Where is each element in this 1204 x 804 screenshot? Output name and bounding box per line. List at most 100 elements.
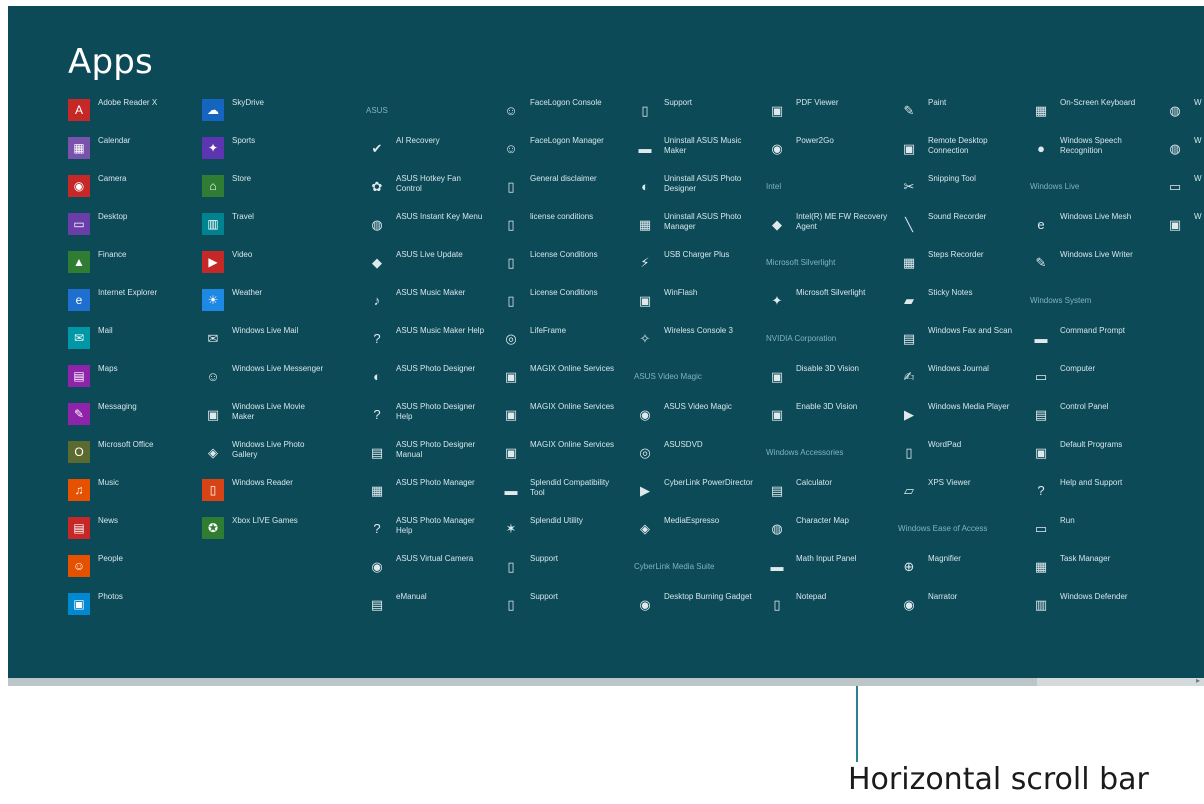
app-entry[interactable]: ✉ Windows Live Mail (202, 326, 324, 358)
app-entry[interactable]: ▰ Sticky Notes (898, 288, 1020, 320)
app-entry[interactable]: ▦ Calendar (68, 136, 190, 168)
app-entry[interactable]: O Microsoft Office (68, 440, 190, 472)
app-entry[interactable]: ✿ ASUS Hotkey Fan Control (366, 174, 488, 206)
app-entry[interactable]: ▦ Uninstall ASUS Photo Manager (634, 212, 756, 244)
app-entry[interactable]: ◆ Intel(R) ME FW Recovery Agent (766, 212, 888, 244)
app-entry[interactable]: ◈ Windows Live Photo Gallery (202, 440, 324, 472)
app-entry[interactable]: ▯ License Conditions (500, 250, 622, 282)
app-entry[interactable]: ♫ Music (68, 478, 190, 510)
app-entry[interactable]: ▣ MAGIX Online Services (500, 402, 622, 434)
app-entry[interactable]: ▬ Command Prompt (1030, 326, 1152, 358)
app-entry[interactable]: ▯ Support (634, 98, 756, 130)
app-entry[interactable]: A Adobe Reader X (68, 98, 190, 130)
app-entry[interactable]: ▤ News (68, 516, 190, 548)
app-entry[interactable]: ✶ Splendid Utility (500, 516, 622, 548)
app-entry[interactable]: ▯ General disclaimer (500, 174, 622, 206)
app-entry[interactable]: ✎ Windows Live Writer (1030, 250, 1152, 282)
app-entry[interactable]: ▬ Math Input Panel (766, 554, 888, 586)
app-entry[interactable]: ▣ Remote Desktop Connection (898, 136, 1020, 168)
app-entry[interactable]: ◐ ASUS Photo Designer (366, 364, 488, 396)
app-entry[interactable]: ? ASUS Photo Manager Help (366, 516, 488, 548)
app-entry[interactable]: ? ASUS Music Maker Help (366, 326, 488, 358)
app-entry[interactable]: ▶ Windows Media Player (898, 402, 1020, 434)
app-entry[interactable]: ● Windows Speech Recognition (1030, 136, 1152, 168)
app-entry[interactable]: ▦ Task Manager (1030, 554, 1152, 586)
app-entry[interactable]: ▣ MAGIX Online Services (500, 364, 622, 396)
app-entry[interactable]: ? Help and Support (1030, 478, 1152, 510)
app-entry[interactable]: ◆ ASUS Live Update (366, 250, 488, 282)
app-entry[interactable]: ◍ W (1164, 136, 1204, 168)
app-entry[interactable]: ✉ Mail (68, 326, 190, 358)
app-entry[interactable]: ✦ Microsoft Silverlight (766, 288, 888, 320)
app-entry[interactable]: ✪ Xbox LIVE Games (202, 516, 324, 548)
app-entry[interactable]: ◍ ASUS Instant Key Menu (366, 212, 488, 244)
app-entry[interactable]: ▯ license conditions (500, 212, 622, 244)
app-entry[interactable]: ✎ Messaging (68, 402, 190, 434)
app-entry[interactable]: ◎ LifeFrame (500, 326, 622, 358)
app-entry[interactable]: ▯ License Conditions (500, 288, 622, 320)
app-entry[interactable]: ╲ Sound Recorder (898, 212, 1020, 244)
app-entry[interactable]: e Internet Explorer (68, 288, 190, 320)
app-entry[interactable]: ▣ W (1164, 212, 1204, 244)
app-entry[interactable]: ◉ Desktop Burning Gadget (634, 592, 756, 624)
app-entry[interactable]: ✂ Snipping Tool (898, 174, 1020, 206)
app-entry[interactable]: ⊕ Magnifier (898, 554, 1020, 586)
app-entry[interactable]: ▤ ASUS Photo Designer Manual (366, 440, 488, 472)
app-entry[interactable]: ▤ Control Panel (1030, 402, 1152, 434)
app-entry[interactable]: ◉ Power2Go (766, 136, 888, 168)
app-entry[interactable]: ◉ Narrator (898, 592, 1020, 624)
app-entry[interactable]: ▲ Finance (68, 250, 190, 282)
app-entry[interactable]: ✎ Paint (898, 98, 1020, 130)
app-entry[interactable]: ▣ Enable 3D Vision (766, 402, 888, 434)
app-entry[interactable]: ⌂ Store (202, 174, 324, 206)
app-entry[interactable]: ▶ CyberLink PowerDirector (634, 478, 756, 510)
app-entry[interactable]: ▥ Travel (202, 212, 324, 244)
app-entry[interactable]: ☁ SkyDrive (202, 98, 324, 130)
app-entry[interactable]: ▦ Steps Recorder (898, 250, 1020, 282)
app-entry[interactable]: ☺ FaceLogon Console (500, 98, 622, 130)
app-entry[interactable]: ▥ Windows Defender (1030, 592, 1152, 624)
app-entry[interactable]: ▭ Run (1030, 516, 1152, 548)
app-entry[interactable]: ▦ On-Screen Keyboard (1030, 98, 1152, 130)
app-entry[interactable]: ▬ Uninstall ASUS Music Maker (634, 136, 756, 168)
app-entry[interactable]: ◍ Character Map (766, 516, 888, 548)
app-entry[interactable]: ▤ Calculator (766, 478, 888, 510)
app-entry[interactable]: ▣ PDF Viewer (766, 98, 888, 130)
scroll-right-arrow-icon[interactable]: ▸ (1196, 676, 1200, 685)
app-entry[interactable]: ▱ XPS Viewer (898, 478, 1020, 510)
app-entry[interactable]: e Windows Live Mesh (1030, 212, 1152, 244)
app-entry[interactable]: ▯ Windows Reader (202, 478, 324, 510)
app-entry[interactable]: ✧ Wireless Console 3 (634, 326, 756, 358)
app-entry[interactable]: ▯ Notepad (766, 592, 888, 624)
app-entry[interactable]: ◉ Camera (68, 174, 190, 206)
app-entry[interactable]: ▦ ASUS Photo Manager (366, 478, 488, 510)
app-entry[interactable]: ◉ ASUS Video Magic (634, 402, 756, 434)
horizontal-scrollbar[interactable]: ▸ (8, 676, 1204, 686)
app-entry[interactable]: ☺ People (68, 554, 190, 586)
app-entry[interactable]: ▯ Support (500, 554, 622, 586)
app-entry[interactable]: ✍ Windows Journal (898, 364, 1020, 396)
app-entry[interactable]: ▯ WordPad (898, 440, 1020, 472)
app-entry[interactable]: ▤ Windows Fax and Scan (898, 326, 1020, 358)
app-entry[interactable]: ▭ Computer (1030, 364, 1152, 396)
app-entry[interactable]: ◉ ASUS Virtual Camera (366, 554, 488, 586)
app-entry[interactable]: ☀ Weather (202, 288, 324, 320)
app-entry[interactable]: ◎ ASUSDVD (634, 440, 756, 472)
app-entry[interactable]: ▣ MAGIX Online Services (500, 440, 622, 472)
app-entry[interactable]: ☺ Windows Live Messenger (202, 364, 324, 396)
app-entry[interactable]: ◐ Uninstall ASUS Photo Designer (634, 174, 756, 206)
app-entry[interactable]: ▯ Support (500, 592, 622, 624)
app-entry[interactable]: ▣ Default Programs (1030, 440, 1152, 472)
app-entry[interactable]: ⚡ USB Charger Plus (634, 250, 756, 282)
app-entry[interactable]: ▣ Photos (68, 592, 190, 624)
app-entry[interactable]: ✔ AI Recovery (366, 136, 488, 168)
app-entry[interactable]: ▭ W (1164, 174, 1204, 206)
app-entry[interactable]: ▭ Desktop (68, 212, 190, 244)
app-entry[interactable]: ▤ eManual (366, 592, 488, 624)
app-entry[interactable]: ? ASUS Photo Designer Help (366, 402, 488, 434)
app-entry[interactable]: ▣ WinFlash (634, 288, 756, 320)
app-entry[interactable]: ◍ W (1164, 98, 1204, 130)
app-entry[interactable]: ♪ ASUS Music Maker (366, 288, 488, 320)
app-entry[interactable]: ▬ Splendid Compatibility Tool (500, 478, 622, 510)
app-entry[interactable]: ✦ Sports (202, 136, 324, 168)
